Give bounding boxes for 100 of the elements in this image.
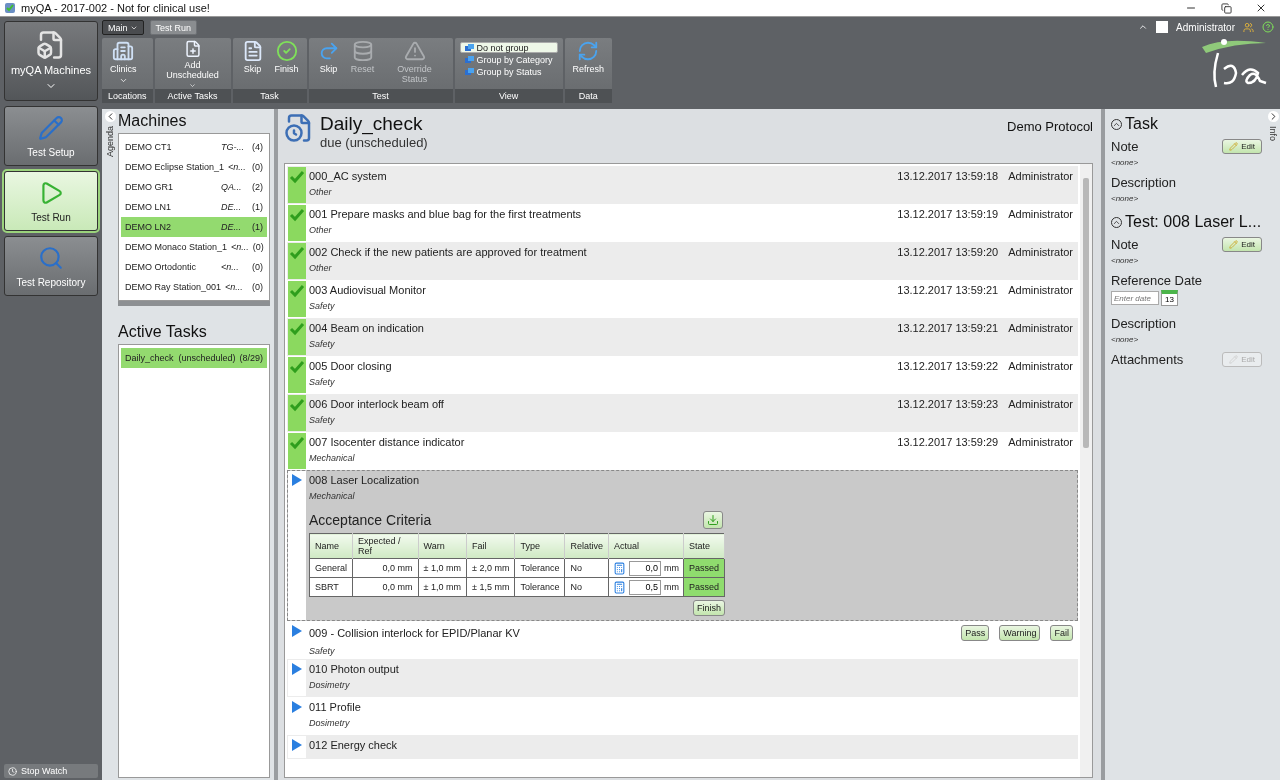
- refresh-icon: [577, 40, 600, 62]
- group-option[interactable]: Group by Status: [459, 66, 558, 77]
- machine-item[interactable]: DEMO GR1 QA... (2): [121, 177, 267, 197]
- test-row[interactable]: 010 Photon output Dosimetry: [287, 659, 1078, 697]
- test-category: Dosimetry: [309, 717, 351, 728]
- field-label: Note: [1111, 139, 1139, 154]
- info-tab[interactable]: Info: [1268, 126, 1278, 141]
- table-cell: ± 1,0 mm: [418, 558, 467, 578]
- test-category: Other: [309, 262, 333, 273]
- group-label: Test: [308, 89, 453, 103]
- result-button[interactable]: Fail: [1050, 625, 1073, 641]
- test-row[interactable]: 006 Door interlock beam off 13.12.2017 13:59:23 Administrator Safety: [287, 394, 1078, 432]
- close-icon[interactable]: [1255, 2, 1267, 14]
- menu-button[interactable]: Main: [102, 20, 144, 35]
- group-label: Locations: [102, 89, 153, 103]
- column-header: Type: [514, 533, 565, 559]
- field-label: Attachments: [1111, 352, 1184, 367]
- scrollbar[interactable]: [1080, 164, 1092, 777]
- test-category: Safety: [309, 376, 336, 387]
- check-icon: [289, 321, 305, 337]
- machine-item[interactable]: DEMO Monaco Station_1 <n... (0): [121, 237, 267, 257]
- actual-field[interactable]: 0,5: [628, 579, 661, 595]
- edit-button[interactable]: Edit: [1222, 237, 1262, 252]
- test-title: 006 Door interlock beam off: [309, 398, 445, 410]
- caret-icon: [118, 76, 128, 85]
- test-title: 012 Energy check: [309, 739, 399, 751]
- test-row[interactable]: [287, 470, 1078, 621]
- pencil-icon: [38, 114, 64, 141]
- unit-label: mm: [663, 563, 679, 573]
- help-icon[interactable]: [1262, 21, 1274, 33]
- table-cell: Tolerance: [514, 558, 565, 578]
- panel-title: Active Tasks: [118, 322, 208, 342]
- clock-icon: [8, 766, 17, 776]
- result-button[interactable]: Pass: [961, 625, 990, 641]
- test-user: Administrator: [1008, 246, 1073, 258]
- nav-item[interactable]: Test Setup: [4, 106, 98, 166]
- test-title: 011 Profile: [309, 701, 362, 713]
- finish-button[interactable]: Finish: [693, 600, 725, 616]
- field-value: <none>: [1111, 335, 1140, 344]
- result-button[interactable]: Warning: [999, 625, 1041, 641]
- column-header: Fail: [466, 533, 515, 559]
- section-title: Task: [1125, 115, 1158, 133]
- machine-item[interactable]: DEMO Ortodontic <n... (0): [121, 257, 267, 277]
- ribbon-button[interactable]: Add Unscheduled: [159, 40, 226, 89]
- criteria-title: Acceptance Criteria: [309, 512, 432, 528]
- group-option[interactable]: Group by Category: [459, 54, 558, 65]
- task-subtitle: due (unscheduled): [320, 135, 429, 150]
- calendar-button[interactable]: 13: [1161, 290, 1178, 306]
- test-date: 13.12.2017 13:59:22: [897, 360, 999, 372]
- test-title: 002 Check if the new patients are approved for treatment: [309, 246, 588, 258]
- window-title: myQA - 2017-002 - Not for clinical use!: [21, 2, 211, 14]
- machine-item[interactable]: DEMO Eclipse Station_1 <n... (0): [121, 157, 267, 177]
- test-category: Dosimetry: [309, 679, 351, 690]
- collapse-icon[interactable]: [1267, 111, 1279, 122]
- export-button[interactable]: [703, 511, 723, 529]
- column-header: State: [683, 533, 725, 559]
- test-category: Mechanical: [309, 452, 356, 463]
- test-date: 13.12.2017 13:59:18: [897, 170, 999, 182]
- machine-item[interactable]: DEMO Ray Station_001 <n... (0): [121, 277, 267, 297]
- group-label: Task: [232, 89, 307, 103]
- group-option[interactable]: Do not group: [459, 42, 558, 53]
- task-title: Daily_check: [320, 113, 424, 135]
- collapse-icon[interactable]: [1138, 22, 1149, 32]
- test-date: 13.12.2017 13:59:19: [897, 208, 999, 220]
- restore-icon[interactable]: [1220, 2, 1232, 14]
- test-row[interactable]: 004 Beam on indication 13.12.2017 13:59:21 Administrator Safety: [287, 318, 1078, 356]
- ribbon-button[interactable]: Skip: [237, 40, 268, 89]
- field-label: Reference Date: [1111, 273, 1203, 288]
- ribbon-button[interactable]: Clinics: [107, 40, 140, 89]
- download-icon: [707, 514, 719, 526]
- test-row[interactable]: 000_AC system 13.12.2017 13:59:18 Administrator Other: [287, 166, 1078, 204]
- group-label: Data: [564, 89, 613, 103]
- machine-item[interactable]: DEMO LN2 DE... (1): [121, 217, 267, 237]
- agenda-tab[interactable]: Agenda: [105, 126, 115, 158]
- collapse-icon[interactable]: [104, 111, 116, 122]
- test-title: 009 - Collision interlock for EPID/Planar KV: [309, 627, 521, 639]
- task-item[interactable]: Daily_check (unscheduled) (8/29): [121, 348, 267, 368]
- ribbon-button[interactable]: Skip: [313, 40, 344, 89]
- play-icon: [291, 473, 303, 487]
- check-icon: [289, 169, 305, 185]
- ribbon-button[interactable]: Refresh: [569, 40, 608, 89]
- test-row[interactable]: 002 Check if the new patients are approved for treatment 13.12.2017 13:59:20 Administrator Other: [287, 242, 1078, 280]
- test-title: 010 Photon output: [309, 663, 400, 675]
- nav-item[interactable]: Test Run: [4, 171, 98, 231]
- test-row[interactable]: 012 Energy check: [287, 735, 1078, 759]
- date-field[interactable]: Enter date: [1111, 291, 1159, 305]
- edit-button[interactable]: Edit: [1222, 139, 1262, 154]
- test-user: Administrator: [1008, 322, 1073, 334]
- group-label: Active Tasks: [154, 89, 231, 103]
- column-header: Warn: [418, 533, 467, 559]
- table-cell: General: [309, 558, 353, 578]
- nav-item[interactable]: Test Repository: [4, 236, 98, 296]
- section-title: Test: 008 Laser L...: [1125, 213, 1262, 231]
- actual-field[interactable]: 0,0: [628, 560, 661, 576]
- ribbon-button[interactable]: Finish: [271, 40, 302, 89]
- check-icon: [289, 207, 305, 223]
- stop-watch-button[interactable]: Stop Watch: [4, 764, 98, 778]
- machine-item[interactable]: DEMO LN1 DE... (1): [121, 197, 267, 217]
- machine-item[interactable]: DEMO CT1 TG-... (4): [121, 137, 267, 157]
- launcher-button[interactable]: myQA Machines: [4, 21, 98, 101]
